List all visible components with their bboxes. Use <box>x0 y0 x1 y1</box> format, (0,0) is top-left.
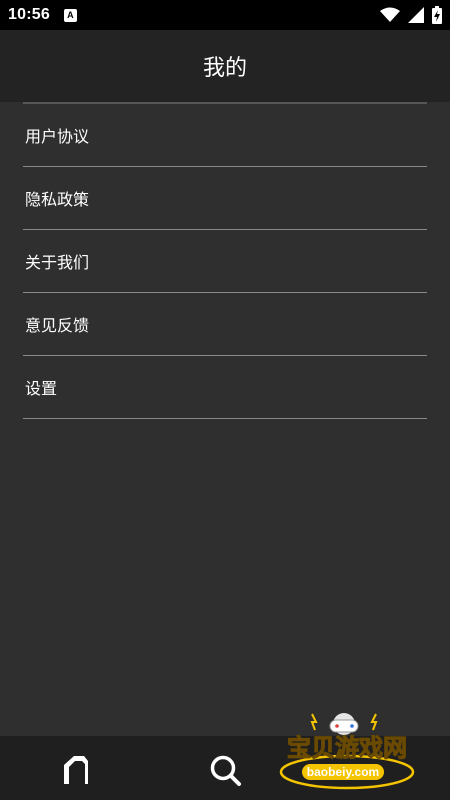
watermark-text: 宝贝游戏网 <box>287 734 407 762</box>
battery-charging-icon <box>432 6 442 24</box>
nav-search-button[interactable] <box>205 750 245 790</box>
page-title: 我的 <box>202 56 247 81</box>
wifi-icon <box>380 7 400 22</box>
a-letter-icon: A <box>63 8 77 22</box>
menu-item-feedback[interactable]: 意见反馈 <box>23 293 427 356</box>
menu-item-label: 设置 <box>25 379 58 398</box>
status-icons <box>380 6 442 24</box>
menu-item-settings[interactable]: 设置 <box>23 356 427 419</box>
home-icon <box>64 756 88 784</box>
menu-item-label: 用户协议 <box>25 127 90 146</box>
menu-item-about-us[interactable]: 关于我们 <box>23 230 427 293</box>
cell-signal-icon <box>408 7 424 23</box>
status-time: 10:56 <box>8 6 50 23</box>
menu-item-label: 关于我们 <box>25 253 90 272</box>
watermark-url: baobeiy.com <box>307 765 379 779</box>
menu-item-privacy-policy[interactable]: 隐私政策 <box>23 167 427 230</box>
menu-item-label: 隐私政策 <box>25 190 90 209</box>
nav-home-button[interactable] <box>56 750 96 790</box>
menu-item-label: 意见反馈 <box>25 316 90 335</box>
status-bar: 10:56 A <box>0 0 450 30</box>
search-icon <box>210 755 241 786</box>
app-header: 我的 <box>0 30 450 102</box>
menu-item-user-agreement[interactable]: 用户协议 <box>23 104 427 167</box>
watermark-logo: 宝贝游戏网 baobeiy.com <box>279 713 415 790</box>
settings-menu: 用户协议 隐私政策 关于我们 意见反馈 设置 <box>23 102 427 419</box>
